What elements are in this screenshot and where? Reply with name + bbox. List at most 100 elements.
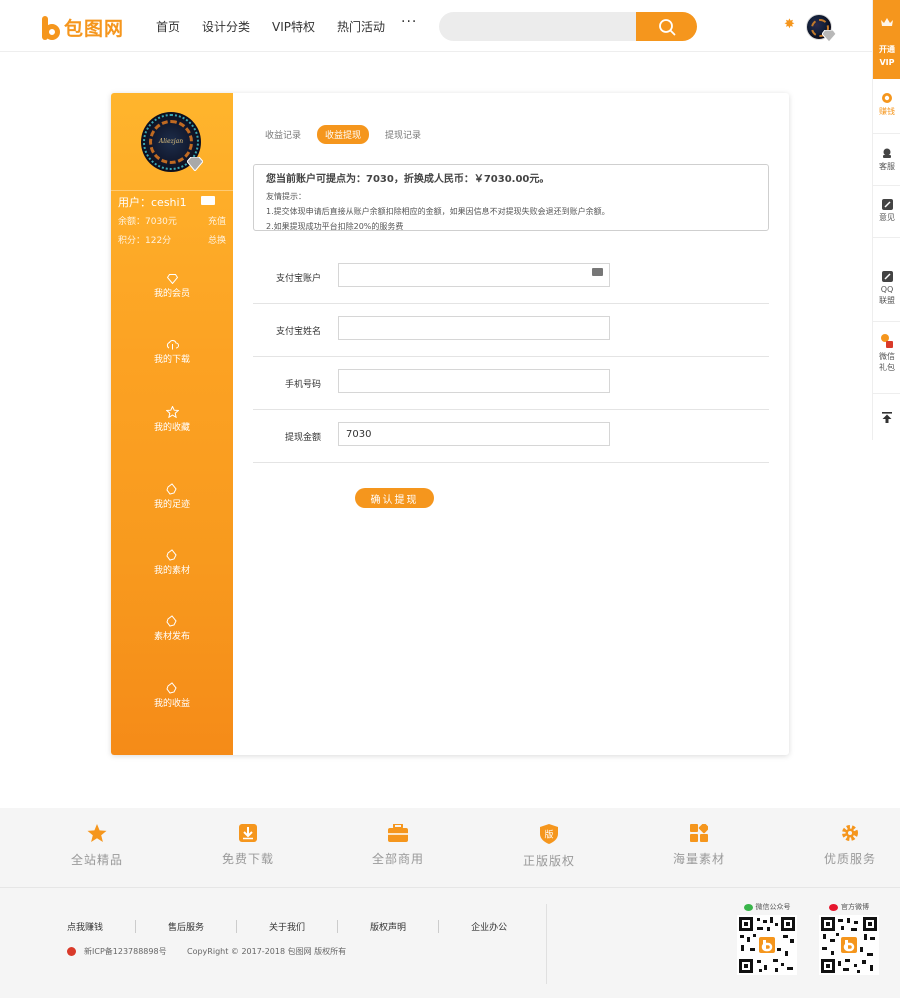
gift-icon [881, 334, 893, 348]
search-input[interactable] [439, 12, 649, 41]
feature-premium: 全站精品 [42, 824, 152, 868]
phone-input[interactable] [338, 369, 610, 393]
icp-record[interactable]: 新ICP备123788898号 [67, 946, 167, 957]
open-vip-label: 开通 [879, 45, 895, 54]
nav-hot-events[interactable]: 热门活动 [337, 18, 385, 35]
service-label: 客服 [879, 162, 895, 171]
amount-input[interactable] [338, 422, 610, 446]
favorite-star-icon[interactable]: ✸ [784, 17, 795, 32]
weibo-icon [829, 903, 838, 911]
exchange-link[interactable]: 总换 [208, 233, 226, 246]
features-strip: 全站精品 免费下载 全部商用 版 正版版权 海量素材 优质服务 [0, 808, 900, 888]
user-sidebar: Aliezjan 用户：ceshi1 余额：7030元 充值 积分：122分 总… [111, 93, 233, 755]
vip-label: VIP [879, 58, 895, 67]
feature-label: 优质服务 [823, 852, 876, 866]
right-toolbar: 开通 VIP 赚钱 客服 意见 QQ 联盟 微信 礼包 [872, 0, 900, 440]
footer-links: 点我赚钱 售后服务 关于我们 版权声明 企业办公 [67, 920, 571, 933]
crown-icon [881, 18, 893, 26]
star-outline-icon [165, 406, 179, 418]
tab-earnings-withdraw[interactable]: 收益提现 [317, 125, 370, 144]
sidebar-item-my-footprints[interactable]: 我的足迹 [111, 483, 233, 510]
amount-label: 提现金额 [284, 433, 321, 443]
gift-label: 礼包 [879, 363, 895, 372]
balance-row: 余额：7030元 充值 [118, 214, 226, 227]
shield-icon: 版 [540, 824, 558, 844]
notice-title: 您当前账户可提点为：7030，折换成人民币：￥7030.00元。 [266, 174, 550, 185]
vip-diamond-icon [822, 30, 836, 42]
notice-line-2: 2.如果提现成功平台扣除20%的服务费 [266, 222, 404, 231]
weibo-qr-block: 官方微博 [817, 902, 881, 978]
toolbar-customer-service[interactable]: 客服 [873, 134, 900, 186]
top-header: 包图网 首页 设计分类 VIP特权 热门活动 ··· ✸ [0, 0, 872, 52]
toolbar-wechat-gift[interactable]: 微信 礼包 [873, 322, 900, 394]
footer-link-after-sales[interactable]: 售后服务 [168, 920, 238, 933]
logo-icon [42, 15, 62, 40]
keyboard-icon[interactable] [592, 268, 603, 276]
footer-link-about[interactable]: 关于我们 [269, 920, 339, 933]
wechat-qr-block: 微信公众号 [735, 902, 799, 978]
tab-withdraw-record[interactable]: 提现记录 [379, 125, 427, 144]
nav-design-category[interactable]: 设计分类 [202, 18, 250, 35]
main-nav: 首页 设计分类 VIP特权 热门活动 [156, 18, 407, 35]
avatar-signature: Aliezjan [158, 138, 184, 145]
back-to-top-icon [882, 412, 892, 423]
qq-edit-icon [881, 271, 893, 282]
sidebar-item-label: 素材发布 [153, 632, 190, 642]
site-logo[interactable]: 包图网 [42, 14, 124, 41]
alipay-account-input[interactable] [338, 263, 610, 287]
footer-link-enterprise[interactable]: 企业办公 [471, 920, 539, 933]
weibo-qr-code [819, 915, 879, 975]
toolbar-qq-alliance[interactable]: QQ 联盟 [873, 238, 900, 322]
sidebar-item-my-favorites[interactable]: 我的收藏 [111, 406, 233, 433]
sidebar-item-label: 我的收益 [153, 699, 190, 709]
feedback-label: 意见 [879, 213, 895, 222]
tab-earnings-record[interactable]: 收益记录 [259, 125, 307, 144]
back-to-top-button[interactable] [873, 394, 900, 440]
star-icon [87, 824, 107, 842]
toolbar-feedback[interactable]: 意见 [873, 186, 900, 238]
sidebar-item-my-membership[interactable]: 我的会员 [111, 274, 233, 299]
search-icon [658, 18, 675, 35]
hand-icon [166, 615, 177, 627]
sidebar-item-my-earnings[interactable]: 我的收益 [111, 682, 233, 709]
briefcase-icon [388, 824, 408, 842]
confirm-withdraw-button[interactable]: 确认提现 [355, 488, 434, 508]
blocks-icon [690, 824, 708, 842]
toolbar-earn-money[interactable]: 赚钱 [873, 79, 900, 134]
nav-home[interactable]: 首页 [156, 18, 180, 35]
download-icon [239, 824, 257, 842]
alipay-name-input[interactable] [338, 316, 610, 340]
sidebar-vip-diamond-icon [187, 157, 203, 171]
sidebar-item-my-materials[interactable]: 我的素材 [111, 549, 233, 576]
wechat-icon [743, 903, 753, 911]
sidebar-item-label: 我的足迹 [153, 500, 190, 510]
headset-icon [883, 148, 891, 158]
feature-free-download: 免费下载 [193, 824, 303, 867]
footer-link-earn[interactable]: 点我赚钱 [67, 920, 137, 933]
feature-label: 全站精品 [70, 853, 123, 867]
withdraw-notice: 您当前账户可提点为：7030，折换成人民币：￥7030.00元。 友情提示： 1… [253, 164, 769, 231]
alliance-label: 联盟 [879, 296, 895, 305]
footer-link-copyright[interactable]: 版权声明 [370, 920, 440, 933]
nav-vip-privilege[interactable]: VIP特权 [272, 18, 315, 35]
account-card: Aliezjan 用户：ceshi1 余额：7030元 充值 积分：122分 总… [111, 93, 789, 755]
points-text: 积分：122分 [118, 236, 172, 246]
username: 用户：ceshi1 [118, 196, 187, 209]
search-button[interactable] [636, 12, 697, 41]
recharge-link[interactable]: 充值 [208, 214, 226, 227]
form-row-phone: 手机号码 [253, 357, 769, 410]
open-vip-button[interactable]: 开通 VIP [873, 0, 900, 79]
balance-text: 余额：7030元 [118, 217, 177, 227]
sidebar-item-material-publish[interactable]: 素材发布 [111, 615, 233, 642]
sidebar-item-my-downloads[interactable]: 我的下载 [111, 340, 233, 365]
earnings-tabs: 收益记录 收益提现 提现记录 [259, 125, 437, 144]
nav-more-button[interactable]: ··· [401, 14, 417, 30]
alipay-name-label: 支付宝姓名 [275, 327, 321, 337]
sidebar-item-label: 我的下载 [153, 355, 190, 365]
feature-copyright: 版 正版版权 [494, 824, 604, 869]
user-level-badge-icon [201, 196, 215, 205]
wechat-label: 微信 [879, 352, 895, 361]
svg-text:版: 版 [544, 829, 553, 841]
phone-label: 手机号码 [284, 380, 321, 390]
sidebar-item-label: 我的素材 [153, 566, 190, 576]
